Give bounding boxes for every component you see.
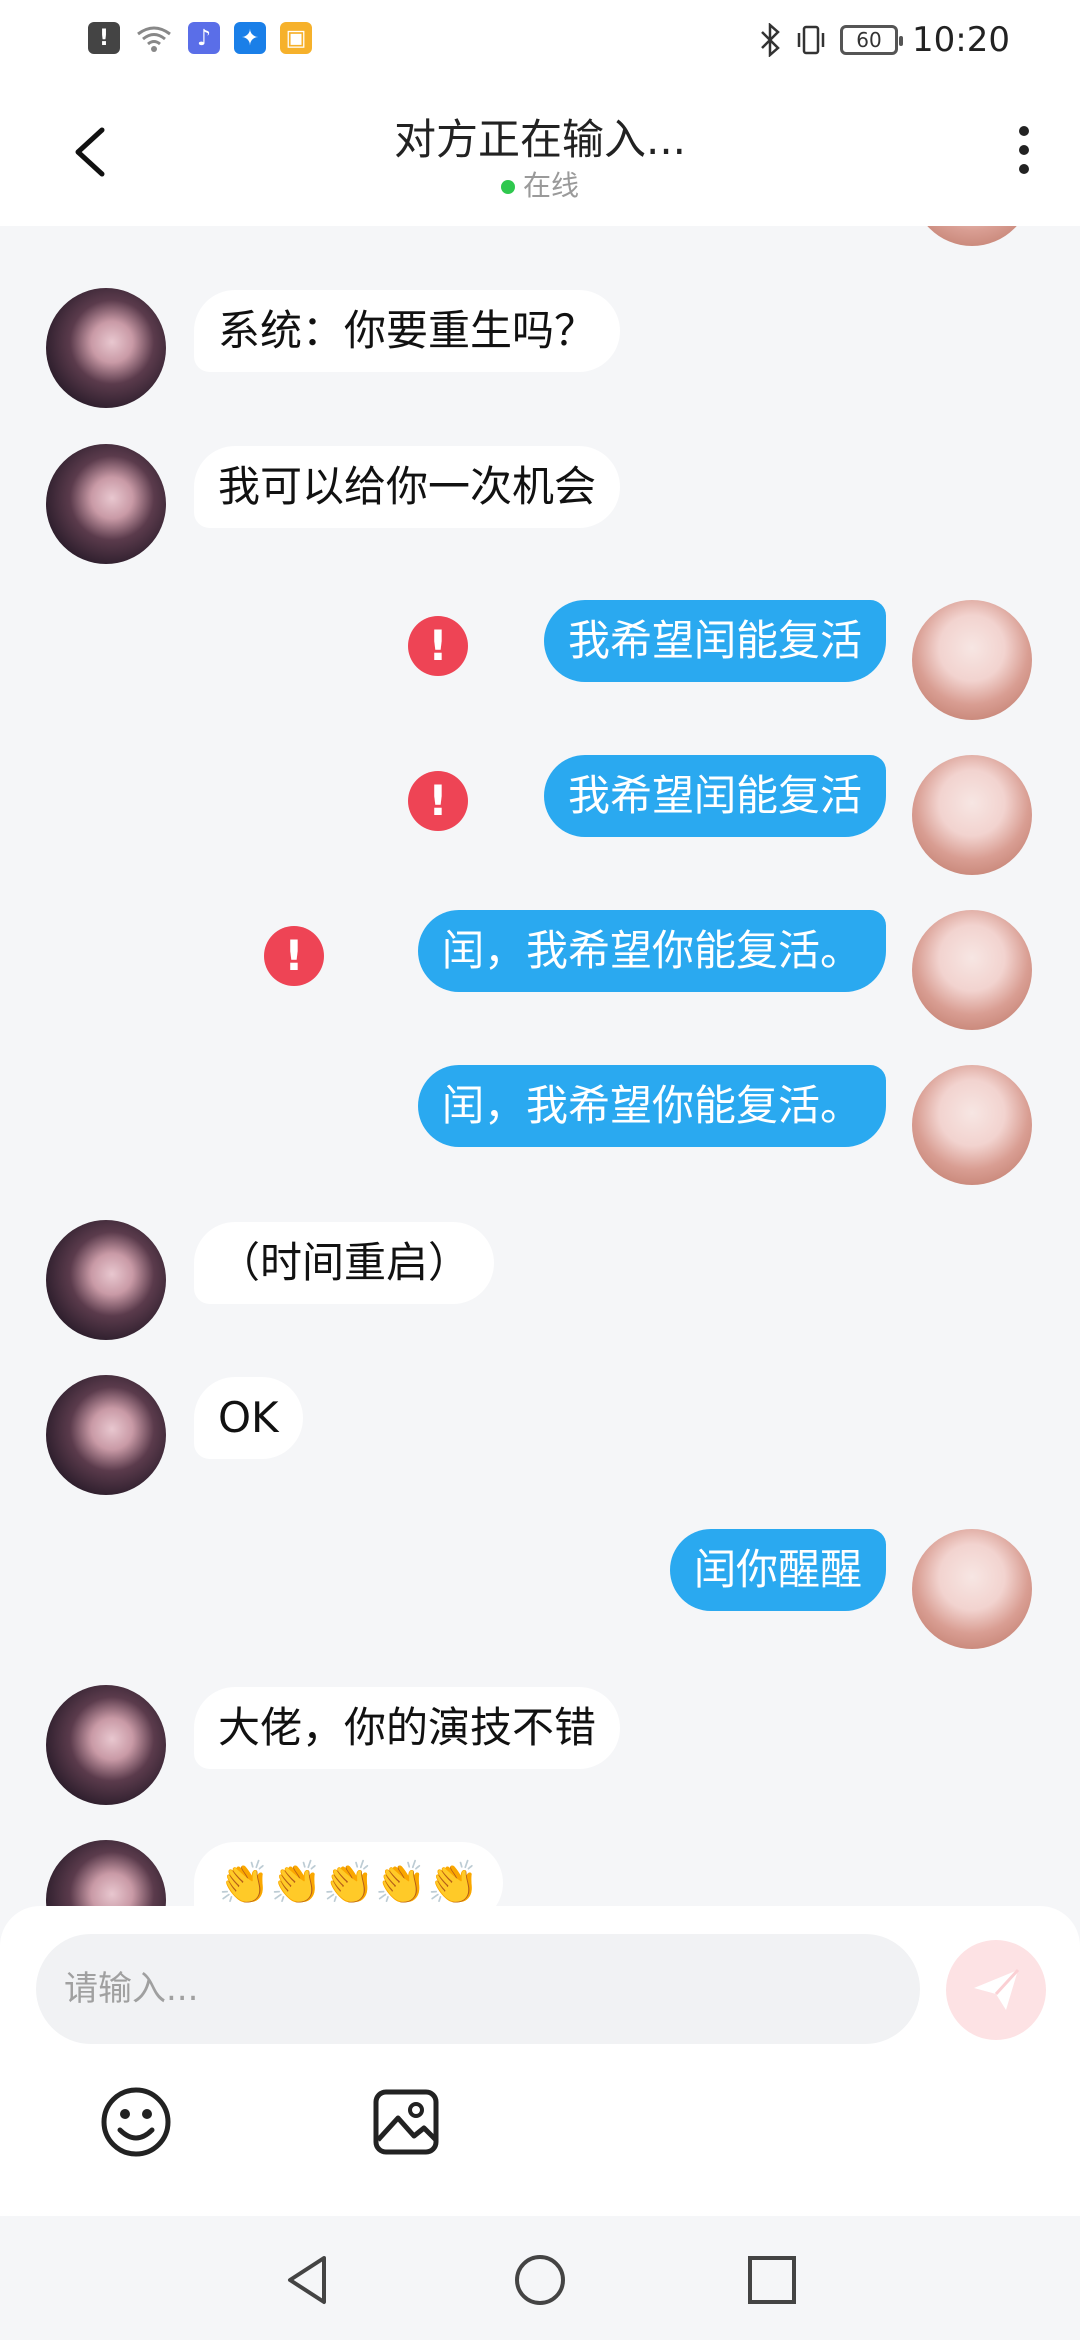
contact-avatar[interactable] [46,288,166,408]
notes-app-icon: ▣ [280,22,312,54]
my-avatar[interactable] [912,1529,1032,1649]
bulb-app-icon: ✦ [234,22,266,54]
nav-home-button[interactable] [512,2252,568,2308]
nav-back-button[interactable] [280,2252,336,2308]
dot-icon [1019,126,1029,136]
nav-recents-button[interactable] [744,2252,800,2308]
outgoing-message[interactable]: 我希望闰能复活 [543,600,886,682]
contact-avatar[interactable] [46,1685,166,1805]
incoming-message[interactable]: 大佬，你的演技不错 [194,1687,621,1769]
send-failed-icon[interactable]: ! [408,771,468,831]
incoming-message[interactable]: OK [194,1377,303,1459]
paper-plane-icon [974,1968,1020,2010]
outgoing-message[interactable]: 闰，我希望你能复活。 [417,1065,886,1147]
wifi-icon [137,26,171,52]
send-failed-icon[interactable]: ! [264,926,324,986]
vibrate-icon [797,25,825,55]
send-failed-icon[interactable]: ! [408,616,468,676]
my-avatar[interactable] [912,600,1032,720]
message-list[interactable]: 系统：你要重生吗？ 我可以给你一次机会 ! 我希望闰能复活 ! 我希望闰能复活 … [0,226,1080,1906]
alert-icon: ! [88,22,120,54]
send-button[interactable] [946,1940,1046,2040]
contact-avatar[interactable] [46,1375,166,1495]
online-status: 在线 [0,164,1080,204]
status-bar: ! ♪ ✦ ▣ 60 10:20 [0,0,1080,80]
dot-icon [1019,145,1029,155]
bluetooth-icon [761,23,780,57]
my-avatar[interactable] [912,910,1032,1030]
battery-indicator: 60 [840,25,904,55]
image-button[interactable] [366,2082,446,2162]
incoming-message[interactable]: （时间重启） [194,1222,495,1304]
online-status-label: 在线 [522,169,579,202]
system-navigation-bar [0,2216,1080,2340]
contact-avatar[interactable] [46,444,166,564]
chat-title: 对方正在输入... [393,115,687,164]
outgoing-message[interactable]: 闰你醒醒 [669,1529,886,1611]
my-avatar[interactable] [912,755,1032,875]
status-right: 60 10:20 [758,20,1010,60]
online-dot-icon [500,180,515,194]
my-avatar[interactable] [912,226,1032,246]
input-panel: 请输入... [0,1906,1080,2216]
incoming-message[interactable]: 👏👏👏👏👏 [194,1842,504,1906]
contact-avatar[interactable] [46,1840,166,1906]
chat-header: 对方正在输入... 在线 [0,80,1080,226]
status-left-icons: ! ♪ ✦ ▣ [88,22,312,54]
message-input[interactable]: 请输入... [36,1934,920,2044]
more-options-button[interactable] [996,120,1052,180]
incoming-message[interactable]: 系统：你要重生吗？ [194,290,621,372]
incoming-message[interactable]: 我可以给你一次机会 [194,446,621,528]
contact-avatar[interactable] [46,1220,166,1340]
outgoing-message[interactable]: 闰，我希望你能复活。 [417,910,886,992]
music-app-icon: ♪ [188,22,220,54]
clock: 10:20 [912,20,1010,60]
emoji-button[interactable] [96,2082,176,2162]
outgoing-message[interactable]: 我希望闰能复活 [543,755,886,837]
my-avatar[interactable] [912,1065,1032,1185]
dot-icon [1019,164,1029,174]
